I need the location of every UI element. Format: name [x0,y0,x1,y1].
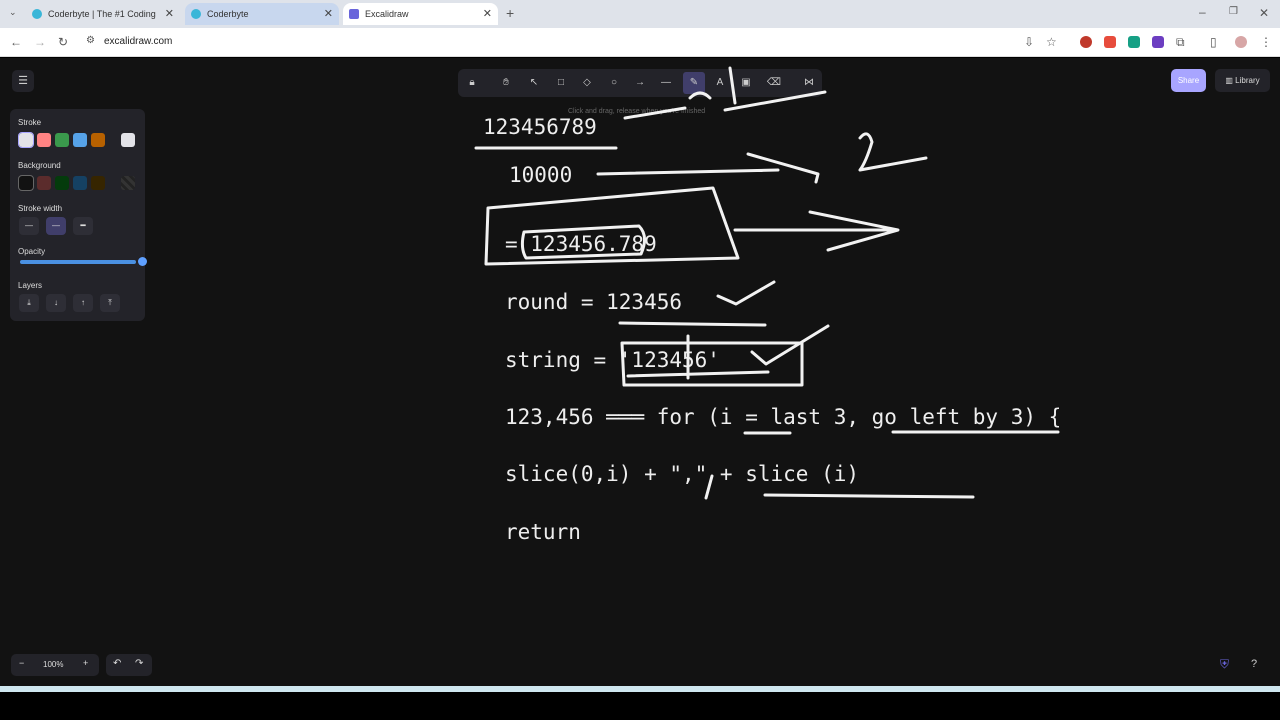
reload-icon[interactable]: ↻ [58,35,68,49]
round-text[interactable]: round = 123456 [505,290,682,314]
tab-excalidraw[interactable]: Excalidraw ✕ [343,3,498,25]
tab-coderbyte-1[interactable]: Coderbyte | The #1 Coding Ass ✕ [26,3,180,25]
drawing-layer[interactable]: 123456789 10000 = 123456.789 round = 123… [0,58,1280,686]
division-result-text[interactable]: = 123456.789 [505,232,657,256]
return-text[interactable]: return [505,520,581,544]
adblock-icon[interactable] [1104,36,1116,48]
scribble-2-stroke [858,132,928,172]
extensions-puzzle-icon[interactable]: ⧉ [1176,35,1185,50]
slice-text[interactable]: slice(0,i) + "," + slice (i) [505,462,859,486]
arrow-stroke [596,152,820,184]
close-tab-icon[interactable]: ✕ [165,7,174,20]
underline-stroke [743,430,1060,435]
arrow-stroke [733,210,900,252]
forward-icon[interactable]: → [34,35,46,49]
close-tab-icon[interactable]: ✕ [324,7,333,20]
browser-tab-bar: ⌄ Coderbyte | The #1 Coding Ass ✕ Coderb… [0,0,1280,28]
scribble-stroke [623,106,687,120]
tab-label: Coderbyte [207,9,249,19]
check-stroke [750,324,830,366]
restore-icon[interactable]: ❐ [1229,6,1238,17]
excalidraw-favicon-icon [349,9,359,19]
minimize-icon[interactable]: – [1199,5,1206,19]
scribble-stroke [688,66,827,112]
coderbyte-favicon-icon [191,9,201,19]
profile-avatar[interactable] [1235,36,1247,48]
tab-label: Excalidraw [365,9,409,19]
address-bar: ← → ↻ ⚙ excalidraw.com ⇩ ☆ ⧉ ▯ ⋮ [0,28,1280,57]
tab-coderbyte-2[interactable]: Coderbyte ✕ [185,3,339,25]
window-close-icon[interactable]: ✕ [1259,6,1269,20]
tab-label: Coderbyte | The #1 Coding Ass [48,9,156,19]
extension-purple-icon[interactable] [1152,36,1164,48]
bookmark-star-icon[interactable]: ☆ [1046,35,1057,49]
browser-menu-icon[interactable]: ⋮ [1260,35,1272,49]
close-tab-icon[interactable]: ✕ [483,7,492,20]
extension-red-icon[interactable] [1080,36,1092,48]
side-panel-icon[interactable]: ▯ [1210,35,1217,49]
url-text[interactable]: excalidraw.com [104,36,172,47]
new-tab-icon[interactable]: + [506,5,514,21]
format-text[interactable]: 123,456 ═══ for (i = last 3, go left by … [505,405,1061,429]
window-bottom-bar [0,692,1280,720]
site-info-icon[interactable]: ⚙ [86,35,95,46]
tab-list-icon[interactable]: ⌄ [9,7,17,18]
coderbyte-favicon-icon [32,9,42,19]
number-text[interactable]: 123456789 [483,115,597,139]
install-icon[interactable]: ⇩ [1024,35,1034,49]
back-icon[interactable]: ← [10,35,22,49]
extension-green-icon[interactable] [1128,36,1140,48]
divisor-text[interactable]: 10000 [509,163,572,187]
